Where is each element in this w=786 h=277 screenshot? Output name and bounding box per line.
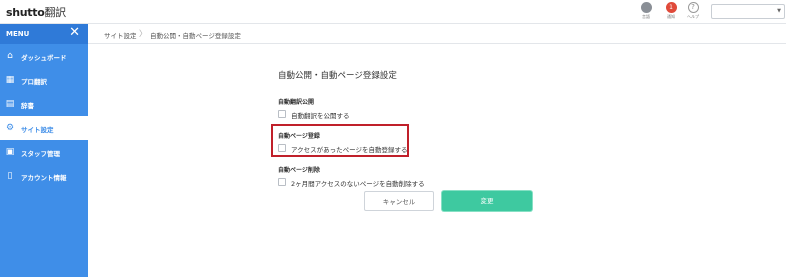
sidebar-item-site-settings[interactable]: ⚙ サイト設定 — [0, 116, 88, 140]
staff-icon: ▣ — [5, 147, 15, 157]
checkbox-label[interactable]: 2ヶ月間アクセスのないページを自動削除する — [291, 178, 425, 188]
main-content: 自動公開・自動ページ登録設定 自動翻訳公開 自動翻訳を公開する 自動ページ登録 … — [88, 44, 786, 277]
language-label: 言語 — [642, 14, 650, 19]
sidebar-item-dictionary[interactable]: ▤ 辞書 — [0, 92, 88, 116]
sidebar-item-label: 辞書 — [21, 102, 34, 110]
sidebar-item-label: ダッシュボード — [21, 54, 67, 62]
chevron-down-icon: ▼ — [777, 8, 781, 14]
sidebar-header: MENU ✕ — [0, 24, 88, 44]
header-select[interactable]: ▼ — [711, 4, 785, 19]
help-icon: ? — [687, 2, 699, 13]
sidebar-item-label: アカウント情報 — [21, 174, 67, 182]
gear-icon: ⚙ — [5, 123, 15, 133]
sidebar-item-label: プロ翻訳 — [21, 78, 47, 86]
cancel-button[interactable]: キャンセル — [364, 191, 434, 211]
section-label-auto-delete: 自動ページ削除 — [278, 167, 320, 174]
breadcrumb: サイト設定 〉 自動公開・自動ページ登録設定 — [88, 24, 786, 44]
sidebar-item-account[interactable]: ▯ アカウント情報 — [0, 164, 88, 188]
section-label-auto-register: 自動ページ登録 — [278, 133, 320, 140]
sidebar-item-pro-translation[interactable]: ▦ プロ翻訳 — [0, 68, 88, 92]
globe-icon — [640, 2, 652, 13]
chevron-right-icon: 〉 — [139, 29, 147, 38]
page-title: 自動公開・自動ページ登録設定 — [278, 71, 397, 81]
language-button[interactable]: 言語 — [634, 2, 658, 20]
section-label-auto-publish: 自動翻訳公開 — [278, 99, 315, 106]
sidebar-item-label: サイト設定 — [21, 126, 54, 134]
notification-icon: 1 — [665, 2, 677, 13]
document-icon: ▯ — [7, 171, 13, 181]
close-icon[interactable]: ✕ — [69, 26, 80, 40]
checkbox-label[interactable]: 自動翻訳を公開する — [291, 110, 350, 120]
top-header: shutto翻訳 言語 1 通知 ? ヘルプ ▼ — [0, 0, 786, 24]
auto-delete-checkbox[interactable] — [278, 178, 286, 186]
breadcrumb-parent[interactable]: サイト設定 — [104, 30, 137, 40]
sidebar: MENU ✕ ⌂ ダッシュボード ▦ プロ翻訳 ▤ 辞書 ⚙ サイト設定 ▣ ス… — [0, 24, 88, 277]
logo-main: shutto — [6, 6, 45, 19]
sidebar-item-label: スタッフ管理 — [21, 150, 60, 158]
auto-publish-checkbox[interactable] — [278, 110, 286, 118]
submit-button[interactable]: 変更 — [442, 191, 532, 211]
auto-register-checkbox[interactable] — [278, 144, 286, 152]
sidebar-item-staff[interactable]: ▣ スタッフ管理 — [0, 140, 88, 164]
sidebar-title: MENU — [6, 30, 30, 38]
home-icon: ⌂ — [7, 51, 13, 61]
app-logo[interactable]: shutto翻訳 — [6, 4, 66, 20]
grid-icon: ▦ — [5, 75, 15, 85]
notification-label: 通知 — [667, 14, 675, 19]
breadcrumb-current: 自動公開・自動ページ登録設定 — [150, 32, 241, 40]
sidebar-item-dashboard[interactable]: ⌂ ダッシュボード — [0, 44, 88, 68]
notification-button[interactable]: 1 通知 — [659, 2, 683, 20]
help-button[interactable]: ? ヘルプ — [681, 2, 705, 20]
book-icon: ▤ — [5, 99, 15, 109]
logo-sub: 翻訳 — [44, 6, 66, 19]
checkbox-label[interactable]: アクセスがあったページを自動登録する — [291, 144, 408, 154]
help-label: ヘルプ — [687, 14, 699, 19]
